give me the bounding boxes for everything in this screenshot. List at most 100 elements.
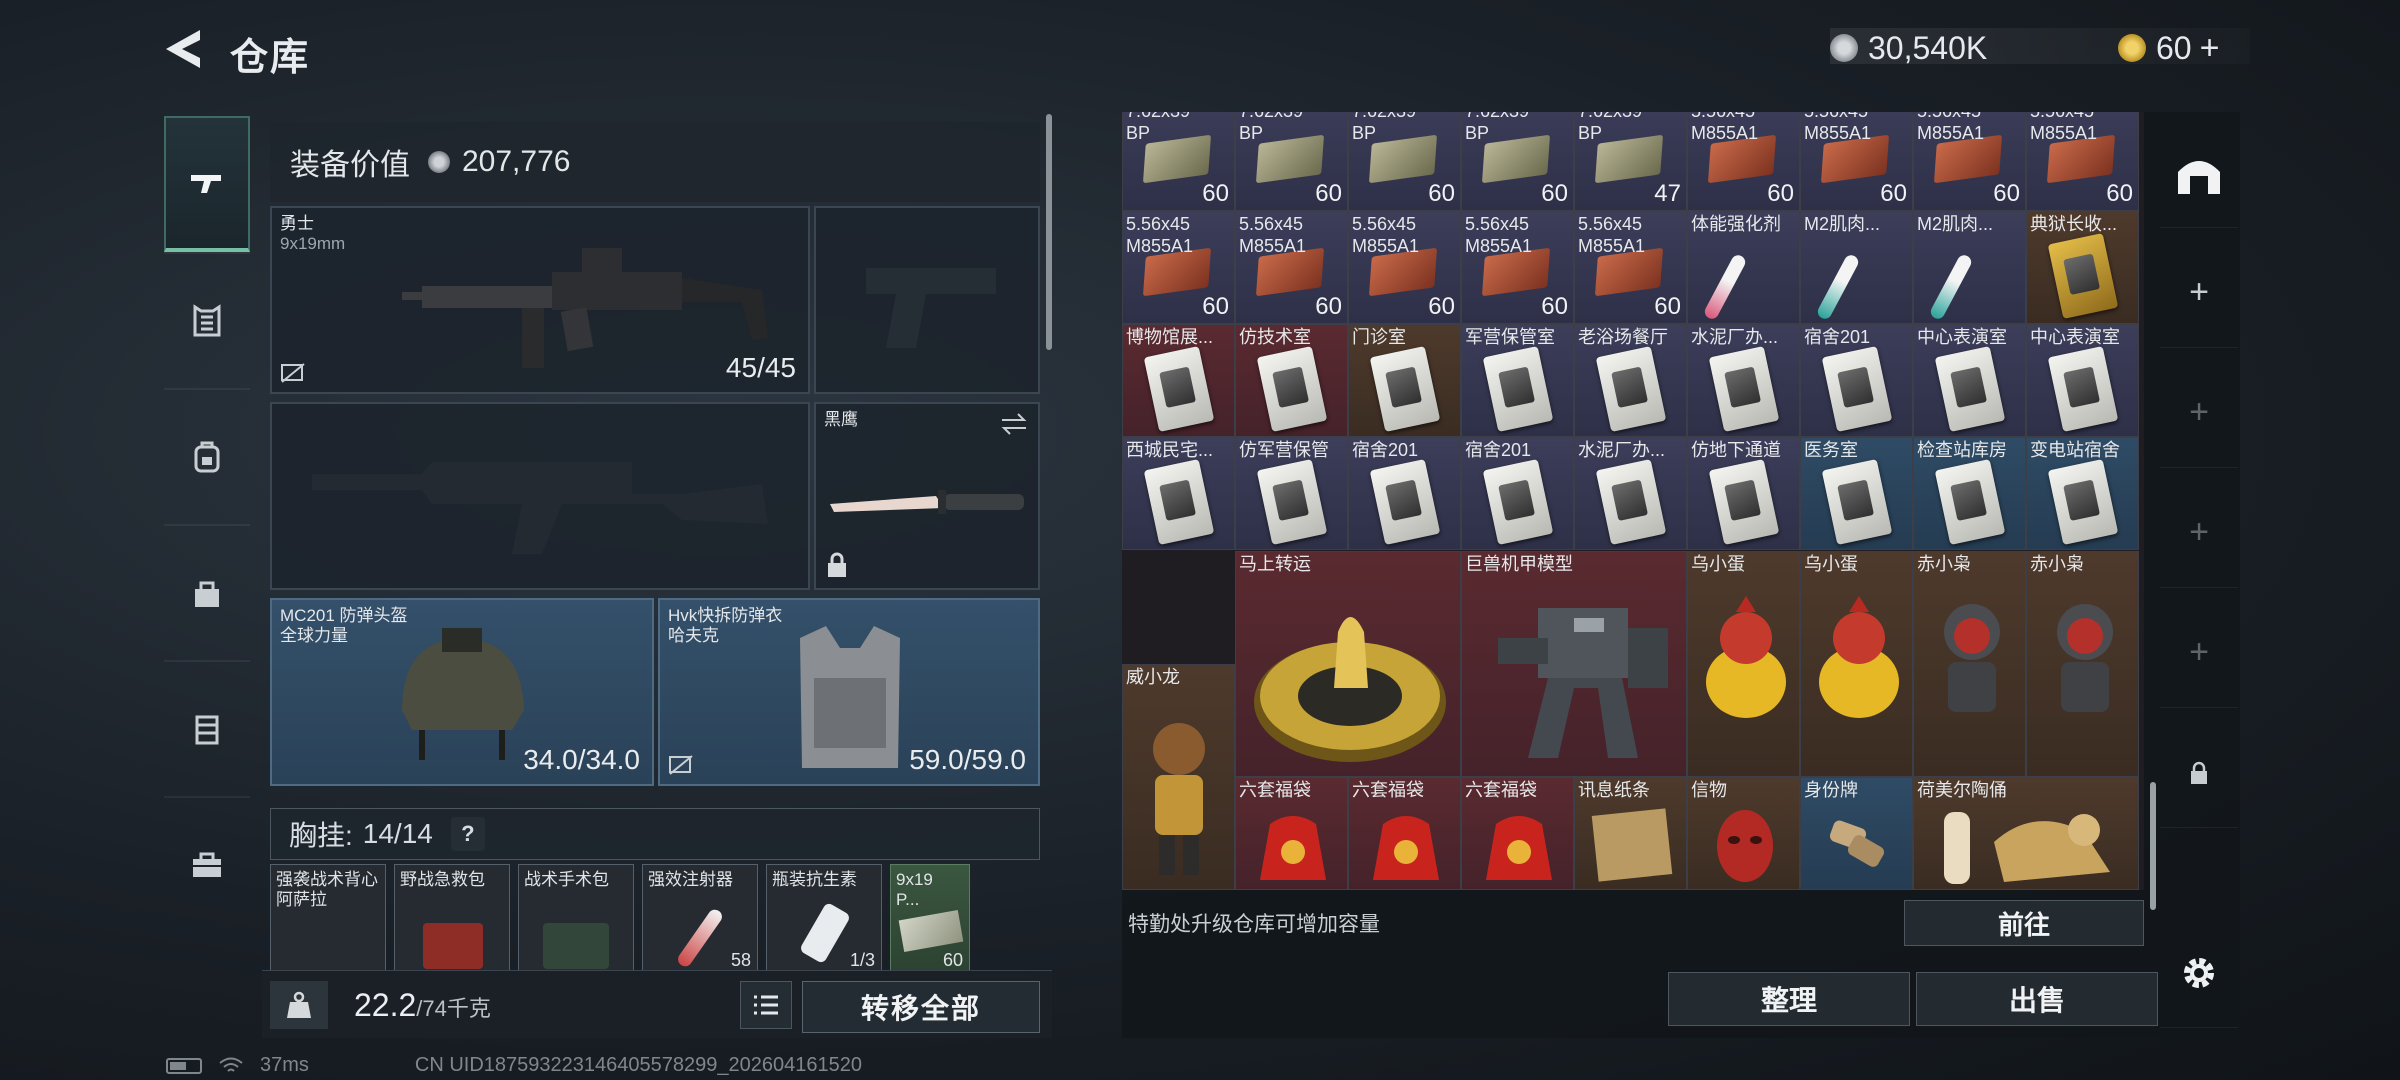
storage-item[interactable]: 讯息纸条: [1574, 777, 1687, 890]
storage-scrollbar[interactable]: [2150, 782, 2156, 910]
storage-item[interactable]: 5.56x45 M855A1 60: [1913, 112, 2026, 211]
storage-item[interactable]: 马上转运: [1235, 551, 1461, 777]
storage-item[interactable]: M2肌肉...: [1800, 211, 1913, 324]
storage-item[interactable]: 7.62x39 BP 60: [1348, 112, 1461, 211]
surgical-kit-icon: [543, 923, 609, 969]
helmet-slot[interactable]: MC201 防弹头盔 全球力量 34.0/34.0: [270, 598, 654, 786]
storage-item[interactable]: 老浴场餐厅: [1574, 324, 1687, 437]
storage-item[interactable]: 体能强化剂: [1687, 211, 1800, 324]
storage-item[interactable]: 7.62x39 BP 60: [1122, 112, 1235, 211]
storage-item[interactable]: 检查站库房: [1913, 437, 2026, 550]
storage-item[interactable]: 水泥厂办...: [1687, 324, 1800, 437]
tab-backpack[interactable]: [164, 388, 250, 524]
pouch-item-count: 58: [730, 950, 751, 970]
storage-item[interactable]: 身份牌: [1800, 777, 1913, 890]
pouch-item[interactable]: 野战急救包: [394, 864, 510, 974]
keycard-icon: [1934, 459, 2006, 545]
storage-icon: [2178, 160, 2220, 194]
storage-item[interactable]: 典狱长收...: [2026, 211, 2139, 324]
storage-item[interactable]: 乌小蛋: [1687, 551, 1800, 777]
storage-item[interactable]: 西城民宅...: [1122, 437, 1235, 550]
storage-item[interactable]: 仿地下通道: [1687, 437, 1800, 550]
primary-weapon-caliber: 9x19mm: [280, 234, 346, 253]
secondary-weapon-slot[interactable]: [270, 402, 810, 590]
weight-lock-button[interactable]: [270, 981, 328, 1029]
item-count: 60: [1428, 293, 1455, 320]
storage-item[interactable]: 荷美尔陶俑: [1913, 777, 2139, 890]
sell-button[interactable]: 出售: [1916, 972, 2158, 1026]
storage-page-add[interactable]: +: [2160, 598, 2238, 708]
storage-item[interactable]: M2肌肉...: [1913, 211, 2026, 324]
storage-item[interactable]: 六套福袋: [1461, 777, 1574, 890]
melee-slot[interactable]: 黑鹰: [814, 402, 1040, 590]
storage-item[interactable]: 7.62x39 BP 47: [1574, 112, 1687, 211]
storage-item[interactable]: 水泥厂办...: [1574, 437, 1687, 550]
tab-weapons[interactable]: [164, 116, 250, 252]
storage-page-add[interactable]: +: [2160, 238, 2238, 348]
storage-item[interactable]: 门诊室: [1348, 324, 1461, 437]
keycard-icon: [2047, 233, 2119, 319]
storage-item[interactable]: 5.56x45 M855A1 60: [1461, 211, 1574, 324]
storage-item[interactable]: 博物馆展...: [1122, 324, 1235, 437]
add-currency-button[interactable]: +: [2200, 29, 2220, 68]
storage-item[interactable]: 赤小枭: [1913, 551, 2026, 777]
back-button[interactable]: [160, 26, 210, 72]
storage-item[interactable]: 信物: [1687, 777, 1800, 890]
storage-item[interactable]: 5.56x45 M855A1 60: [1235, 211, 1348, 324]
storage-item[interactable]: 赤小枭: [2026, 551, 2139, 777]
storage-item[interactable]: 5.56x45 M855A1 60: [1348, 211, 1461, 324]
storage-item[interactable]: 六套福袋: [1348, 777, 1461, 890]
storage-item[interactable]: 变电站宿舍: [2026, 437, 2139, 550]
battery-icon: [166, 1057, 202, 1074]
sort-button[interactable]: 整理: [1668, 972, 1910, 1026]
storage-item[interactable]: 医务室: [1800, 437, 1913, 550]
pouch-item[interactable]: 瓶装抗生素 1/3: [766, 864, 882, 974]
storage-item[interactable]: 巨兽机甲模型: [1461, 551, 1687, 777]
pouch-item[interactable]: 强效注射器 58: [642, 864, 758, 974]
transfer-all-button[interactable]: 转移全部: [802, 981, 1040, 1033]
dogtag-icon: [1829, 820, 1885, 867]
keycard-icon: [1595, 459, 1667, 545]
primary-weapon-slot[interactable]: 勇士 9x19mm 45/45: [270, 206, 810, 394]
tab-toolbox[interactable]: [164, 796, 250, 932]
storage-item[interactable]: 5.56x45 M855A1 60: [1687, 112, 1800, 211]
storage-item[interactable]: 中心表演室: [2026, 324, 2139, 437]
storage-item[interactable]: 5.56x45 M855A1 60: [2026, 112, 2139, 211]
storage-item[interactable]: 军营保管室: [1461, 324, 1574, 437]
tab-bag[interactable]: [164, 524, 250, 660]
storage-page-add[interactable]: +: [2160, 358, 2238, 468]
settings-button[interactable]: [2160, 918, 2238, 1028]
storage-item[interactable]: 宿舍201: [1461, 437, 1574, 550]
storage-item[interactable]: 威小龙: [1122, 664, 1235, 890]
storage-item[interactable]: 5.56x45 M855A1 60: [1800, 112, 1913, 211]
storage-item[interactable]: 乌小蛋: [1800, 551, 1913, 777]
storage-item[interactable]: 仿军营保管: [1235, 437, 1348, 550]
storage-item[interactable]: 仿技术室: [1235, 324, 1348, 437]
storage-item[interactable]: 5.56x45 M855A1 60: [1122, 211, 1235, 324]
pouch-item[interactable]: 战术手术包: [518, 864, 634, 974]
storage-page-main[interactable]: [2160, 118, 2238, 228]
weapon-icon: [191, 175, 221, 193]
storage-item[interactable]: 7.62x39 BP 60: [1461, 112, 1574, 211]
storage-page-locked[interactable]: [2160, 718, 2238, 828]
storage-item[interactable]: 中心表演室: [1913, 324, 2026, 437]
storage-item[interactable]: 5.56x45 M855A1 60: [1574, 211, 1687, 324]
storage-item[interactable]: 宿舍201: [1800, 324, 1913, 437]
storage-item[interactable]: 六套福袋: [1235, 777, 1348, 890]
pistol-slot[interactable]: [814, 206, 1040, 394]
item-name: 六套福袋: [1465, 780, 1537, 800]
storage-item[interactable]: 宿舍201: [1348, 437, 1461, 550]
storage-item[interactable]: 7.62x39 BP 60: [1235, 112, 1348, 211]
help-button[interactable]: ?: [450, 817, 485, 851]
tab-container[interactable]: [164, 660, 250, 796]
equipment-scrollbar[interactable]: [1046, 114, 1052, 350]
pouch-item[interactable]: 强袭战术背心 阿萨拉: [270, 864, 386, 974]
armor-slot[interactable]: Hvk快拆防弹衣 哈夫克 59.0/59.0: [658, 598, 1040, 786]
pouch-item[interactable]: 9x19 P... 60: [890, 864, 970, 974]
tab-armor[interactable]: [164, 252, 250, 388]
goto-button[interactable]: 前往: [1904, 900, 2144, 946]
list-view-button[interactable]: [740, 981, 792, 1029]
keycard-icon: [2047, 459, 2119, 545]
storage-page-add[interactable]: +: [2160, 478, 2238, 588]
pouch-item-name: 战术手术包: [524, 870, 609, 889]
